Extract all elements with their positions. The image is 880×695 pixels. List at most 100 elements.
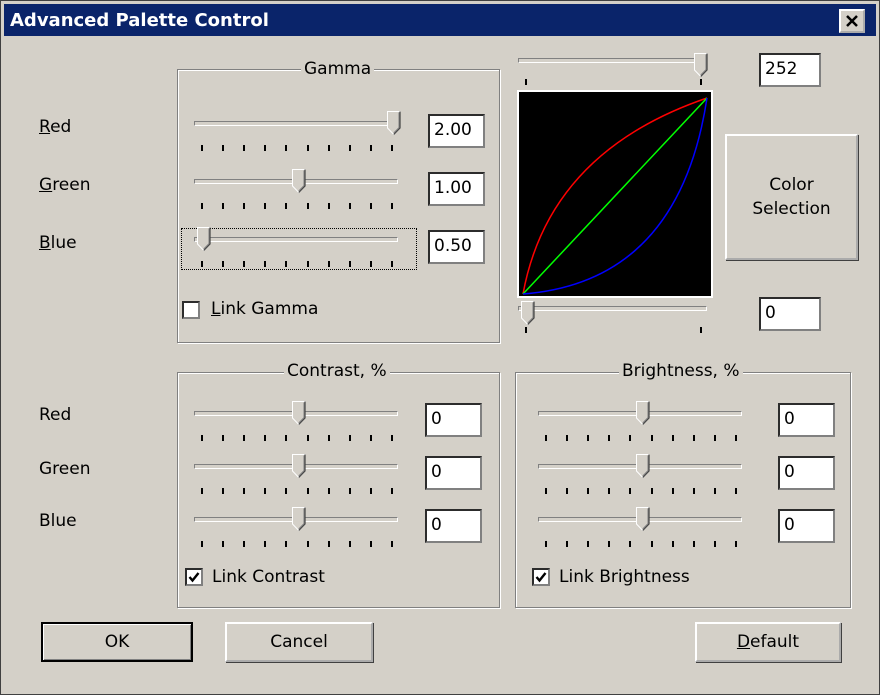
slider-tick [306,488,309,494]
gamma-green-slider[interactable] [194,169,404,217]
brightness-red-slider[interactable] [538,401,748,449]
ok-button[interactable]: OK [41,622,193,662]
slider-thumb[interactable] [292,507,306,535]
link-brightness-checkbox[interactable] [532,568,550,586]
contrast-blue-input[interactable]: 0 [425,509,482,543]
slider-tick [369,541,372,547]
slider-tick [243,145,246,151]
slider-tick [222,261,225,267]
slider-tick [713,435,716,441]
contrast-green-label: Green [39,459,91,479]
slider-tick [566,541,569,547]
slider-thumb[interactable] [521,301,535,329]
curve-top-slider[interactable] [518,53,713,91]
slider-tick [285,145,288,151]
slider-tick [264,261,267,267]
slider-tick [222,488,225,494]
slider-tick [201,261,203,267]
slider-tick [629,541,632,547]
slider-track [518,58,707,63]
contrast-group-title: Contrast, % [284,361,390,381]
slider-tick [285,261,288,267]
curve-bottom-input[interactable]: 0 [759,297,821,331]
slider-tick [264,488,267,494]
contrast-green-input[interactable]: 0 [425,456,482,490]
title-bar[interactable]: Advanced Palette Control [4,4,876,36]
contrast-blue-slider[interactable] [194,507,404,555]
window-title: Advanced Palette Control [10,10,269,31]
slider-track [194,237,398,242]
brightness-group-title: Brightness, % [619,361,743,381]
close-button[interactable] [839,9,865,33]
slider-thumb[interactable] [387,111,401,139]
gamma-blue-label: Blue [39,233,77,253]
slider-tick [285,203,288,209]
slider-tick [369,435,372,441]
slider-thumb[interactable] [636,507,650,535]
cancel-button[interactable]: Cancel [225,622,373,662]
slider-thumb[interactable] [636,454,650,482]
slider-tick [306,203,309,209]
slider-tick [222,435,225,441]
link-gamma-checkbox[interactable] [182,301,200,319]
slider-tick [369,203,372,209]
slider-tick [692,435,695,441]
slider-tick [243,488,246,494]
slider-tick [348,541,351,547]
slider-tick [587,488,590,494]
slider-tick [285,435,288,441]
contrast-green-slider[interactable] [194,454,404,502]
color-selection-line1: Color [769,175,814,195]
brightness-blue-slider[interactable] [538,507,748,555]
slider-tick [391,145,393,151]
curve-bottom-slider[interactable] [518,301,713,339]
slider-thumb[interactable] [292,401,306,429]
slider-tick [201,435,203,441]
slider-tick [566,435,569,441]
slider-thumb[interactable] [197,227,211,255]
brightness-green-slider[interactable] [538,454,748,502]
gamma-blue-input[interactable]: 0.50 [428,230,485,264]
default-button[interactable]: Default [695,622,841,662]
slider-tick [327,261,330,267]
checkmark-icon [188,572,200,583]
slider-tick [650,488,653,494]
slider-tick [348,145,351,151]
slider-thumb[interactable] [292,454,306,482]
gamma-curve-graph [519,92,711,296]
gamma-blue-slider[interactable] [194,227,404,275]
link-contrast-label: Link Contrast [212,567,325,587]
slider-tick [713,541,716,547]
slider-tick [369,261,372,267]
slider-tick [264,541,267,547]
slider-tick [264,203,267,209]
slider-thumb[interactable] [636,401,650,429]
link-gamma-label: Link Gamma [211,299,319,319]
slider-tick [700,327,702,333]
slider-tick [201,145,203,151]
color-selection-button[interactable]: Color Selection [725,134,858,260]
slider-tick [650,541,653,547]
gamma-curve-frame [517,90,713,298]
brightness-blue-input[interactable]: 0 [778,509,835,543]
gamma-green-input[interactable]: 1.00 [428,172,485,206]
slider-track [194,121,398,126]
link-brightness-label: Link Brightness [559,567,690,587]
brightness-green-input[interactable]: 0 [778,456,835,490]
gamma-red-slider[interactable] [194,111,404,159]
slider-tick [671,435,674,441]
contrast-red-slider[interactable] [194,401,404,449]
slider-tick [201,203,203,209]
slider-tick [369,488,372,494]
slider-tick [629,488,632,494]
gamma-red-input[interactable]: 2.00 [428,114,485,148]
slider-thumb[interactable] [292,169,306,197]
slider-tick [327,488,330,494]
contrast-red-input[interactable]: 0 [425,403,482,437]
brightness-red-input[interactable]: 0 [778,403,835,437]
slider-tick [692,541,695,547]
slider-thumb[interactable] [694,53,708,81]
curve-top-input[interactable]: 252 [759,53,821,87]
slider-tick [306,145,309,151]
link-contrast-checkbox[interactable] [185,568,203,586]
